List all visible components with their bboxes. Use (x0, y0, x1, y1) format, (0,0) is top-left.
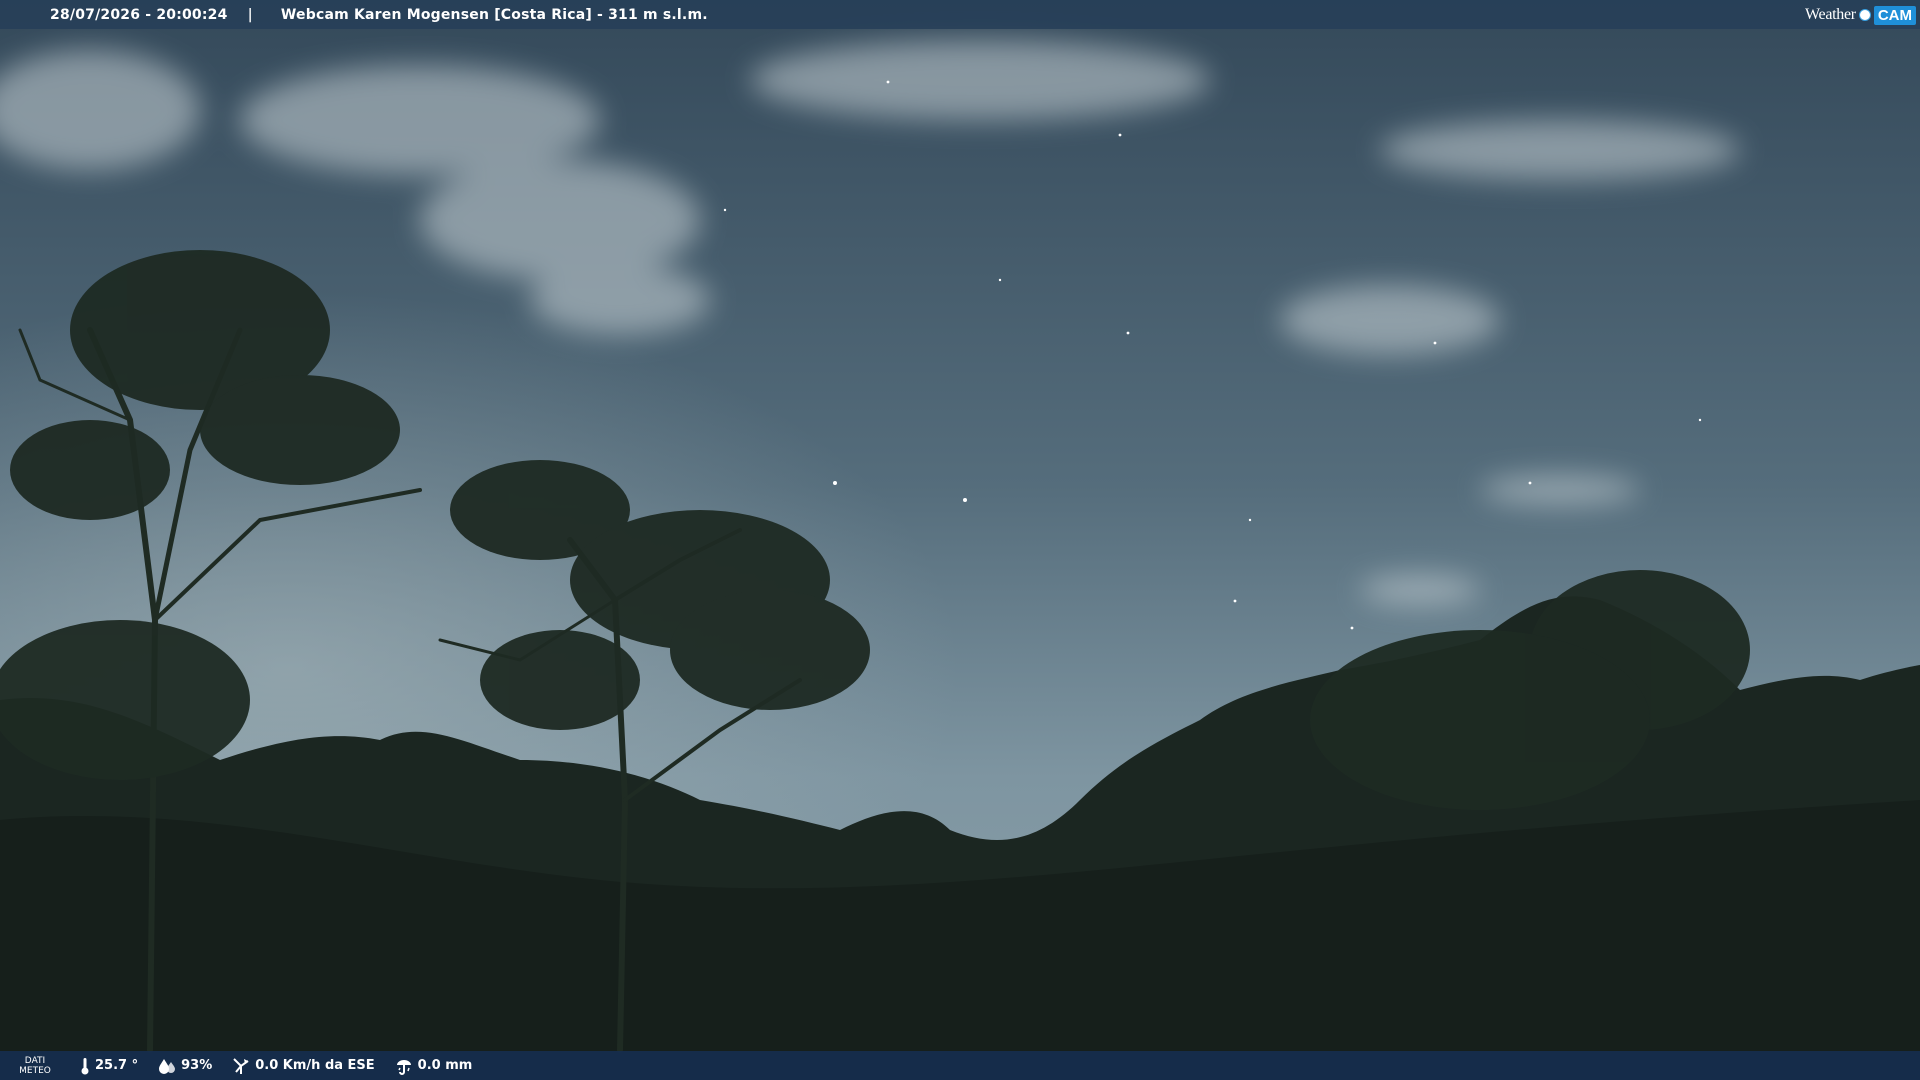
temperature-value: 25.7 ° (95, 1058, 139, 1073)
rain-metric: 0.0 mm (395, 1057, 473, 1075)
weather-data-bar: DATI METEO 25.7 ° 93% 0.0 Km/h da ESE 0.… (0, 1051, 1920, 1080)
rain-gauge-icon (396, 1059, 411, 1075)
webcam-image (0, 0, 1920, 1080)
weathercam-logo[interactable]: Weather CAM (1805, 4, 1916, 26)
label-line-meteo: METEO (19, 1065, 51, 1076)
header-bar: 28/07/2026 - 20:00:24 | Webcam Karen Mog… (0, 0, 1920, 29)
temperature-metric: 25.7 ° (80, 1057, 138, 1075)
wind-vane-icon (233, 1057, 249, 1074)
label-line-dati: DATI (24, 1055, 46, 1066)
webcam-title: Webcam Karen Mogensen [Costa Rica] - 311… (280, 6, 708, 23)
header-separator: | (247, 6, 253, 23)
water-drop-icon (159, 1058, 176, 1074)
wind-value: 0.0 Km/h da ESE (255, 1058, 375, 1073)
capture-datetime: 28/07/2026 - 20:00:24 (50, 6, 228, 23)
humidity-value: 93% (181, 1058, 213, 1073)
humidity-metric: 93% (158, 1058, 212, 1074)
brand-text-cam: CAM (1873, 5, 1916, 25)
weather-data-label: DATI METEO (10, 1056, 60, 1076)
wind-metric: 0.0 Km/h da ESE (232, 1057, 375, 1075)
rain-value: 0.0 mm (417, 1058, 473, 1073)
globe-dot-icon (1858, 9, 1871, 21)
brand-text-weather: Weather (1805, 6, 1856, 23)
thermometer-icon (81, 1057, 89, 1074)
